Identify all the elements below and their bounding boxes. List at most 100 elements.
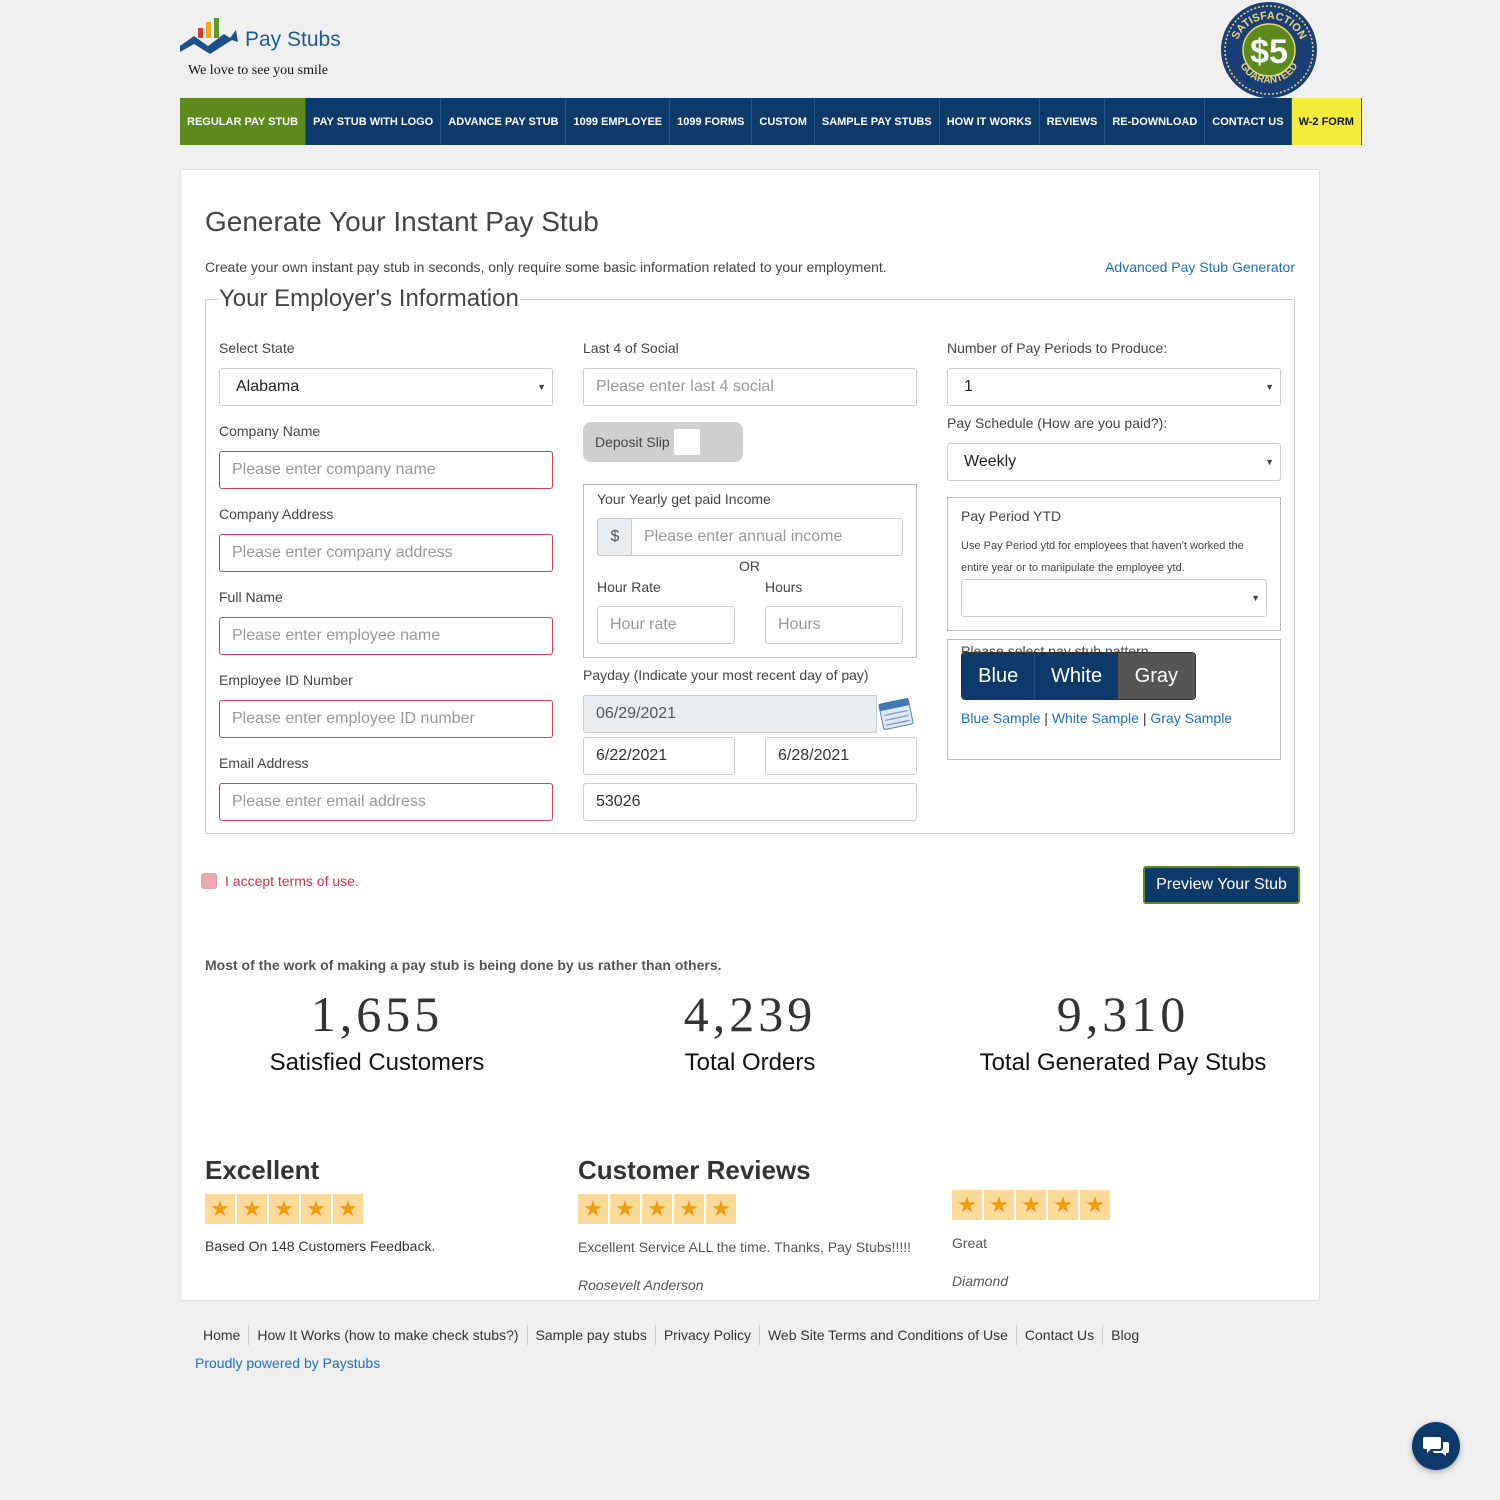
pay-periods-value: 1 (964, 378, 973, 395)
email-input[interactable]: Please enter email address (219, 783, 553, 821)
nav-advance-pay-stub[interactable]: ADVANCE PAY STUB (441, 98, 567, 145)
terms-label[interactable]: I accept terms of use. (225, 873, 359, 889)
star-icon: ★ (333, 1194, 363, 1224)
nav-pay-stub-with-logo[interactable]: PAY STUB WITH LOGO (306, 98, 442, 145)
footer-link-how-it-works[interactable]: How It Works (how to make check stubs?) (249, 1325, 528, 1345)
review-summary-text: Based On 148 Customers Feedback. (205, 1238, 436, 1254)
company-address-input[interactable]: Please enter company address (219, 534, 553, 572)
star-icon: ★ (1080, 1190, 1110, 1220)
terms-checkbox[interactable] (201, 873, 217, 889)
pay-schedule-value: Weekly (964, 453, 1017, 470)
footer-links: Home How It Works (how to make check stu… (195, 1325, 1147, 1345)
site-logo[interactable]: Pay Stubs We love to see you smile (180, 16, 355, 86)
footer-link-contact-us[interactable]: Contact Us (1017, 1325, 1104, 1345)
currency-addon: $ (597, 518, 633, 556)
nav-1099-forms[interactable]: 1099 FORMS (670, 98, 753, 145)
chevron-down-icon: ▼ (537, 382, 546, 392)
chevron-down-icon: ▼ (1265, 382, 1274, 392)
sample-separator: | (1142, 710, 1147, 726)
nav-1099-employee[interactable]: 1099 EMPLOYEE (566, 98, 671, 145)
pay-periods-select[interactable]: 1 ▼ (947, 368, 1281, 406)
state-select[interactable]: Alabama ▼ (219, 368, 553, 406)
star-icon: ★ (205, 1194, 235, 1224)
preview-stub-button[interactable]: Preview Your Stub (1143, 866, 1300, 904)
review-summary-title: Excellent (205, 1155, 320, 1185)
nav-re-download[interactable]: RE-DOWNLOAD (1105, 98, 1206, 145)
stat-caption: Satisfied Customers (269, 1049, 485, 1076)
footer-link-sample-pay-stubs[interactable]: Sample pay stubs (528, 1325, 656, 1345)
nav-custom[interactable]: CUSTOM (752, 98, 815, 145)
review-item: ★ ★ ★ ★ ★ Great Diamond (952, 1190, 1312, 1289)
satisfaction-seal-icon: $5 SATISFACTION GUARANTEED (1221, 2, 1317, 98)
review-summary: Excellent ★ ★ ★ ★ ★ Based On 148 Customers F… (205, 1155, 565, 1254)
main-card: Generate Your Instant Pay Stub Create yo… (180, 169, 1320, 1301)
star-rating: ★ ★ ★ ★ ★ (205, 1194, 565, 1224)
calendar-icon[interactable] (877, 693, 917, 733)
period-start-input[interactable]: 6/22/2021 (583, 737, 735, 775)
deposit-slip-toggle[interactable]: Deposit Slip (583, 422, 743, 462)
email-label: Email Address (219, 755, 309, 771)
employee-id-input[interactable]: Please enter employee ID number (219, 700, 553, 738)
hours-input[interactable]: Hours (765, 606, 903, 644)
blue-sample-link[interactable]: Blue Sample (961, 710, 1040, 726)
full-name-input[interactable]: Please enter employee name (219, 617, 553, 655)
stat-total-orders: 4,239 Total Orders (570, 985, 930, 1077)
site-header: Pay Stubs We love to see you smile $5 SA… (180, 0, 1320, 98)
hours-label: Hours (765, 579, 803, 595)
deposit-slip-label: Deposit Slip (595, 434, 670, 450)
star-icon: ★ (1048, 1190, 1078, 1220)
check-number-input[interactable]: 53026 (583, 783, 917, 821)
star-icon: ★ (237, 1194, 267, 1224)
toggle-knob (674, 429, 700, 455)
star-icon: ★ (952, 1190, 982, 1220)
payday-input[interactable]: 06/29/2021 (583, 695, 877, 733)
review-author: Roosevelt Anderson (578, 1277, 704, 1293)
chat-button[interactable] (1412, 1422, 1460, 1470)
main-nav: REGULAR PAY STUB PAY STUB WITH LOGO ADVA… (180, 98, 1362, 145)
stat-value: 4,239 (683, 986, 817, 1042)
social-label: Last 4 of Social (583, 340, 679, 356)
payday-label: Payday (Indicate your most recent day of… (583, 667, 869, 683)
advanced-generator-link[interactable]: Advanced Pay Stub Generator (1105, 259, 1295, 275)
social-input[interactable]: Please enter last 4 social (583, 368, 917, 406)
star-icon: ★ (706, 1194, 736, 1224)
nav-reviews[interactable]: REVIEWS (1040, 98, 1106, 145)
state-select-value: Alabama (236, 378, 300, 395)
footer-link-privacy-policy[interactable]: Privacy Policy (656, 1325, 760, 1345)
svg-text:$5: $5 (1250, 33, 1288, 71)
nav-how-it-works[interactable]: HOW IT WORKS (940, 98, 1040, 145)
stat-total-pay-stubs: 9,310 Total Generated Pay Stubs (943, 985, 1303, 1077)
pattern-button-group: Blue White Gray (961, 652, 1196, 700)
pay-schedule-select[interactable]: Weekly ▼ (947, 443, 1281, 481)
gray-sample-link[interactable]: Gray Sample (1150, 710, 1232, 726)
annual-income-input[interactable]: Please enter annual income (631, 518, 903, 556)
logo-chart-icon (180, 18, 238, 54)
yearly-income-title: Your Yearly get paid Income (597, 491, 771, 507)
chevron-down-icon: ▼ (1251, 593, 1260, 603)
pattern-gray-button[interactable]: Gray (1117, 653, 1195, 699)
period-end-input[interactable]: 6/28/2021 (765, 737, 917, 775)
pattern-white-button[interactable]: White (1034, 653, 1118, 699)
nav-sample-pay-stubs[interactable]: SAMPLE PAY STUBS (815, 98, 940, 145)
ytd-select[interactable]: ▼ (961, 579, 1267, 617)
employer-info-fieldset: Your Employer's Information Select State… (205, 285, 1295, 834)
hour-rate-input[interactable]: Hour rate (597, 606, 735, 644)
powered-by-link[interactable]: Proudly powered by Paystubs (195, 1355, 380, 1371)
stat-value: 9,310 (1056, 986, 1190, 1042)
white-sample-link[interactable]: White Sample (1052, 710, 1139, 726)
company-name-input[interactable]: Please enter company name (219, 451, 553, 489)
full-name-label: Full Name (219, 589, 283, 605)
star-icon: ★ (269, 1194, 299, 1224)
footer-link-blog[interactable]: Blog (1103, 1325, 1147, 1345)
hour-rate-label: Hour Rate (597, 579, 661, 595)
nav-regular-pay-stub[interactable]: REGULAR PAY STUB (180, 98, 307, 145)
footer-link-home[interactable]: Home (195, 1325, 250, 1345)
pattern-blue-button[interactable]: Blue (962, 653, 1035, 699)
state-label: Select State (219, 340, 295, 356)
nav-w2-form[interactable]: W-2 FORM (1291, 98, 1362, 145)
nav-contact-us[interactable]: CONTACT US (1205, 98, 1292, 145)
yearly-income-box: Your Yearly get paid Income $ Please ent… (583, 484, 917, 658)
footer-link-terms[interactable]: Web Site Terms and Conditions of Use (760, 1325, 1017, 1345)
sample-separator: | (1044, 710, 1048, 726)
star-icon: ★ (642, 1194, 672, 1224)
